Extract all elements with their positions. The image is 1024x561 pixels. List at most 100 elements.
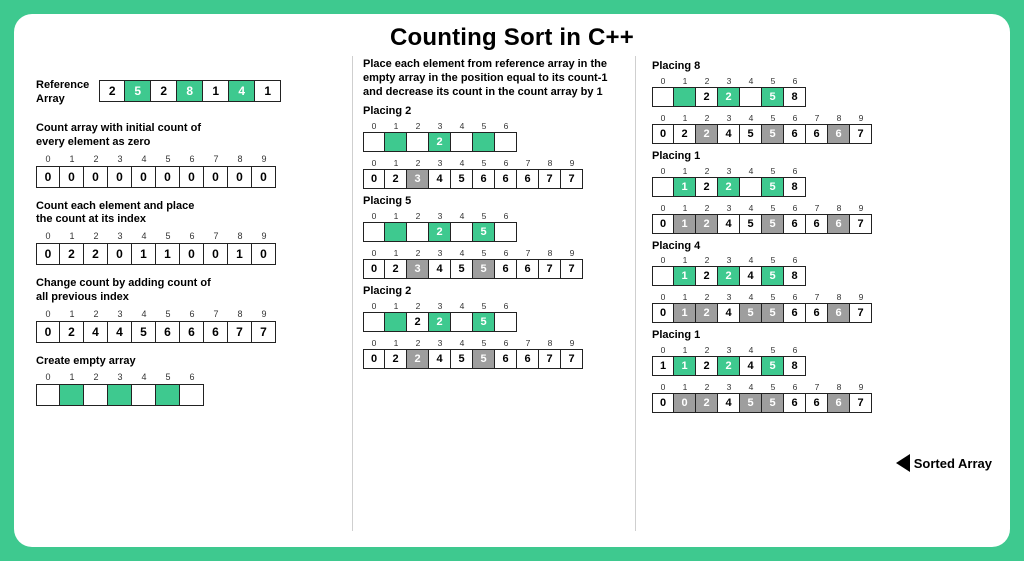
diagram-card: Counting Sort in C++ Reference Array 252…	[14, 14, 1010, 547]
array-cell: 5	[740, 214, 762, 234]
page-title: Counting Sort in C++	[36, 24, 988, 52]
count-array: 00112234455566768697	[652, 203, 988, 234]
array-cell: 7	[561, 349, 583, 369]
array-cell: 7	[252, 321, 276, 343]
placement-intro: Place each element from reference array …	[363, 58, 625, 99]
array-cell: 0	[132, 166, 156, 188]
array-cell: 5	[762, 393, 784, 413]
array-cell	[652, 177, 674, 197]
placing-label: Placing 5	[363, 195, 625, 209]
placing-label: Placing 2	[363, 285, 625, 299]
array-cell: 0	[363, 349, 385, 369]
array-cell	[84, 384, 108, 406]
array-cell	[363, 222, 385, 242]
array-cell	[407, 132, 429, 152]
array-cell	[451, 312, 473, 332]
array-cell: 1	[652, 356, 674, 376]
array-cell: 0	[180, 166, 204, 188]
array-cell: 2	[385, 349, 407, 369]
array-cell: 5	[740, 124, 762, 144]
array-cell: 5	[762, 177, 784, 197]
array-cell: 5	[451, 169, 473, 189]
placing-label: Placing 4	[652, 240, 988, 254]
array-cell	[740, 177, 762, 197]
array-cell: 4	[429, 169, 451, 189]
array-cell	[156, 384, 180, 406]
array-cell: 2	[696, 356, 718, 376]
count-array: 00122234455566768697	[652, 113, 988, 144]
array-cell: 1	[674, 214, 696, 234]
array-cell: 8	[784, 87, 806, 107]
array-cell: 0	[652, 214, 674, 234]
output-array: 0 1 2 324 556	[363, 211, 625, 242]
output-array: 01112232445568	[652, 345, 988, 376]
array-cell	[363, 312, 385, 332]
array-cell: 5	[473, 312, 495, 332]
array-cell: 2	[696, 303, 718, 323]
array-cell: 1	[674, 266, 696, 286]
placing-label: Placing 2	[363, 105, 625, 119]
array-cell	[495, 132, 517, 152]
array-cell: 2	[60, 321, 84, 343]
array-cell: 1	[674, 303, 696, 323]
array-cell: 6	[204, 321, 228, 343]
array-cell: 2	[696, 87, 718, 107]
array-cell	[108, 384, 132, 406]
array-cell: 0	[108, 243, 132, 265]
array-cell: 6	[828, 124, 850, 144]
array-cell: 7	[850, 393, 872, 413]
array-cell: 7	[539, 259, 561, 279]
array-cell: 5	[740, 303, 762, 323]
array-cell: 4	[718, 124, 740, 144]
array-cell: 6	[784, 393, 806, 413]
count-array-cumulative: 00122434455666768797	[36, 309, 336, 343]
array-cell: 7	[850, 303, 872, 323]
array-cell: 6	[784, 303, 806, 323]
array-cell: 0	[652, 303, 674, 323]
output-array: 0 1 22324 556	[363, 301, 625, 332]
array-cell: 8	[784, 356, 806, 376]
array-cell: 6	[156, 321, 180, 343]
array-cell	[363, 132, 385, 152]
array-cell: 4	[108, 321, 132, 343]
array-cell: 6	[495, 169, 517, 189]
output-array: 0 1122324 5568	[652, 166, 988, 197]
array-cell	[451, 222, 473, 242]
array-cell	[674, 87, 696, 107]
array-cell: 0	[60, 166, 84, 188]
array-cell	[180, 384, 204, 406]
array-cell	[60, 384, 84, 406]
reference-array-label: Reference Array	[36, 79, 89, 107]
count-array: 00102234455566768697	[652, 382, 988, 413]
array-cell	[407, 222, 429, 242]
placing-label: Placing 8	[652, 60, 988, 74]
column-2: Place each element from reference array …	[352, 56, 636, 531]
array-cell: 0	[652, 124, 674, 144]
array-cell	[495, 222, 517, 242]
array-cell: 4	[740, 266, 762, 286]
empty-output-array: 0 1 2 3 4 5 6	[36, 372, 336, 406]
array-cell: 2	[718, 87, 740, 107]
array-cell: 0	[228, 166, 252, 188]
array-cell: 1	[203, 80, 229, 102]
array-cell: 8	[177, 80, 203, 102]
array-cell	[652, 87, 674, 107]
array-cell: 6	[806, 214, 828, 234]
array-cell: 6	[828, 214, 850, 234]
column-3: Placing 80 1 22324 556800122234455566768…	[652, 56, 988, 531]
array-cell: 0	[363, 259, 385, 279]
arrow-left-icon	[896, 454, 910, 472]
array-cell: 5	[132, 321, 156, 343]
array-cell: 7	[539, 169, 561, 189]
array-cell: 0	[204, 166, 228, 188]
array-cell: 0	[108, 166, 132, 188]
array-cell: 2	[151, 80, 177, 102]
array-cell: 0	[84, 166, 108, 188]
array-cell: 3	[407, 169, 429, 189]
array-cell: 2	[718, 177, 740, 197]
array-cell	[36, 384, 60, 406]
step3-caption: Change count by adding count of all prev…	[36, 277, 336, 305]
count-array-zeros: 00102030405060708090	[36, 154, 336, 188]
step4-caption: Create empty array	[36, 355, 336, 369]
array-cell: 7	[850, 214, 872, 234]
